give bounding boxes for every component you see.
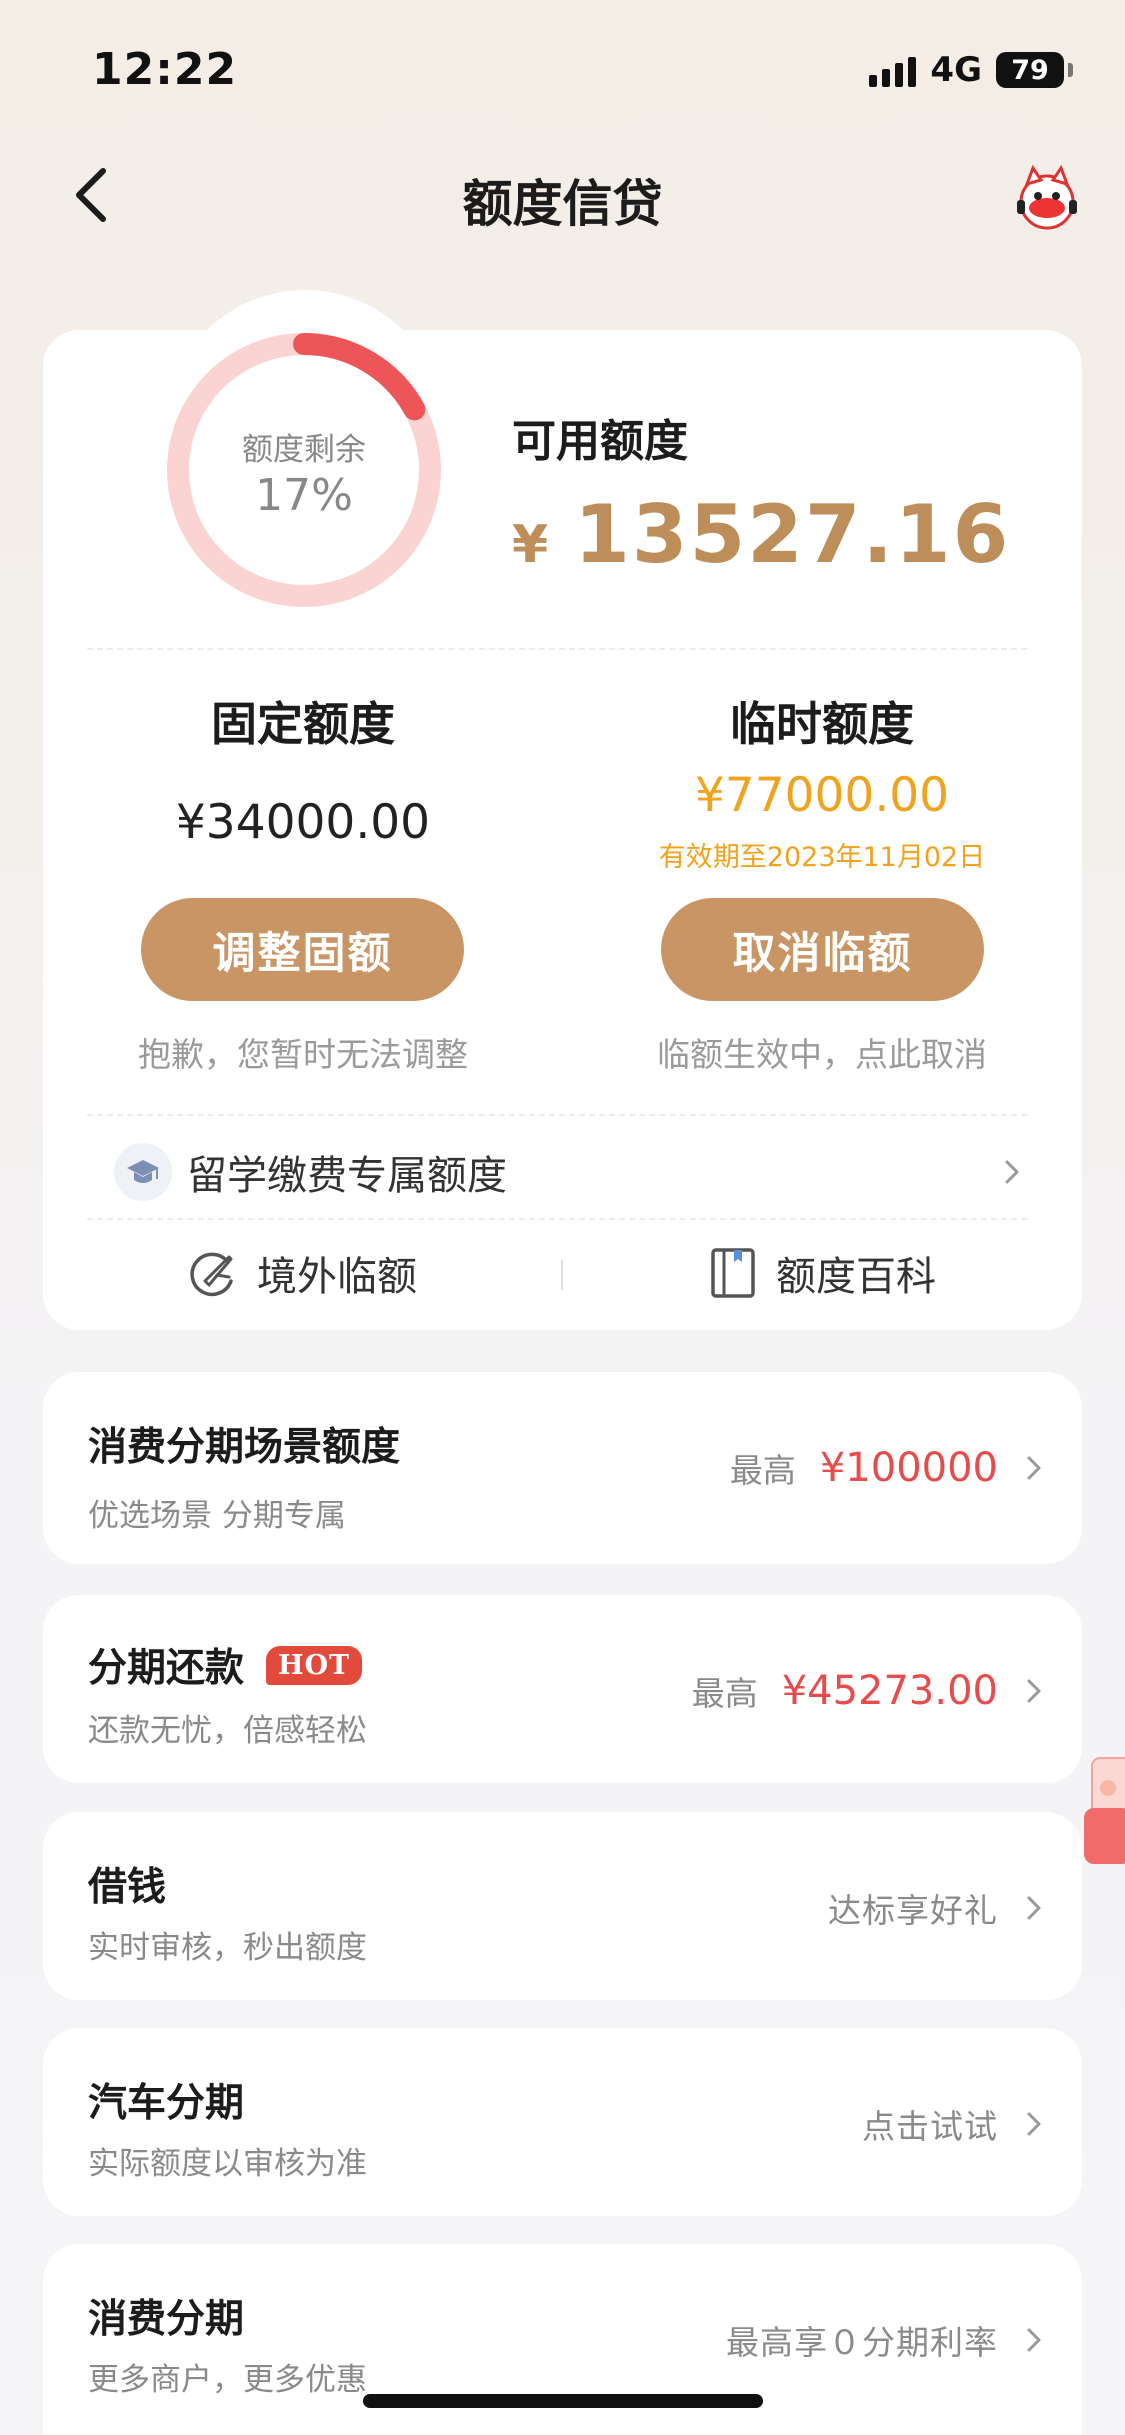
- list-item-title-text: 消费分期: [88, 2297, 245, 2342]
- list-item-title-text: 汽车分期: [88, 2081, 245, 2126]
- max-amount: ¥100000: [819, 1445, 998, 1491]
- list-item-right: 最高享０分期利率: [726, 2316, 1042, 2364]
- list-item-right: 达标享好礼: [828, 1884, 1042, 1932]
- divider: [87, 1218, 1027, 1220]
- status-time: 12:22: [92, 44, 238, 95]
- floating-promo-widget[interactable]: [1078, 1748, 1125, 1898]
- cancel-temp-limit-button[interactable]: 取消临额: [661, 898, 984, 1001]
- list-item-title-text: 借钱: [88, 1865, 167, 1910]
- list-item-installment-scene[interactable]: 消费分期场景额度 优选场景 分期专属 最高 ¥100000: [43, 1372, 1082, 1564]
- study-abroad-row[interactable]: 留学缴费专属额度: [87, 1120, 1027, 1224]
- chevron-right-icon: [1027, 1679, 1041, 1703]
- max-prefix: 最高: [729, 1451, 796, 1490]
- list-item-title: 消费分期: [88, 2288, 244, 2344]
- currency-symbol: ¥: [512, 515, 549, 575]
- fixed-limit-note: 抱歉，您暂时无法调整: [138, 1035, 468, 1074]
- list-item-right: 最高 ¥100000: [730, 1444, 1042, 1492]
- list-item-subtitle: 实际额度以审核为准: [88, 2146, 367, 2182]
- divider: [87, 1114, 1027, 1116]
- available-limit-title: 可用额度: [512, 416, 688, 467]
- graduation-cap-icon: [114, 1143, 172, 1201]
- book-icon: [711, 1248, 755, 1298]
- temp-limit-note[interactable]: 临额生效中，点此取消: [612, 1028, 1032, 1076]
- chevron-right-icon: [1027, 2328, 1041, 2352]
- list-item-borrow[interactable]: 借钱 实时审核，秒出额度 达标享好礼: [43, 1812, 1082, 2000]
- screen: 12:22 4G 79 额度信贷 额度剩余 17% 可用额度 ¥ 13527.1…: [0, 0, 1125, 2435]
- list-item-hint: 点击试试: [862, 2107, 998, 2146]
- list-item-right: 最高 ¥45273.00: [692, 1667, 1042, 1715]
- list-item-title: 分期还款 HOT: [88, 1637, 363, 1693]
- list-item-subtitle: 优选场景 分期专属: [88, 1498, 346, 1534]
- list-item-subtitle: 还款无忧，倍感轻松: [88, 1713, 367, 1749]
- list-item-subtitle: 更多商户，更多优惠: [88, 2362, 367, 2398]
- list-item-title-text: 消费分期场景额度: [88, 1425, 401, 1470]
- status-indicators: 4G 79: [869, 50, 1073, 90]
- ring-value: 17%: [255, 470, 353, 521]
- quick-links: 境外临额 额度百科: [43, 1222, 1082, 1327]
- max-prefix: 最高: [691, 1674, 758, 1713]
- mascot-avatar-icon[interactable]: [1013, 164, 1081, 232]
- list-item-car-installment[interactable]: 汽车分期 实际额度以审核为准 点击试试: [43, 2028, 1082, 2216]
- chevron-right-icon: [1027, 1896, 1041, 1920]
- page-title: 额度信贷: [462, 175, 663, 233]
- chevron-right-icon: [997, 1152, 1027, 1192]
- status-bar: 12:22 4G 79: [0, 0, 1125, 130]
- max-amount: ¥45273.00: [781, 1668, 998, 1714]
- hot-badge: HOT: [266, 1645, 363, 1685]
- limit-encyclopedia-label: 额度百科: [776, 1254, 936, 1300]
- temp-limit-amount: ¥77000.00: [694, 768, 950, 823]
- list-item-title-text: 分期还款: [88, 1646, 245, 1691]
- fixed-limit-amount: ¥34000.00: [175, 795, 431, 850]
- overseas-temp-limit-label: 境外临额: [257, 1254, 417, 1300]
- list-item-title: 消费分期场景额度: [88, 1416, 400, 1472]
- limit-encyclopedia-link[interactable]: 额度百科: [708, 1244, 936, 1302]
- divider: [87, 648, 1027, 650]
- battery-icon: 79: [996, 52, 1064, 88]
- home-indicator: [363, 2394, 763, 2408]
- study-abroad-label: 留学缴费专属额度: [187, 1153, 507, 1199]
- list-item-installment-repayment[interactable]: 分期还款 HOT 还款无忧，倍感轻松 最高 ¥45273.00: [43, 1595, 1082, 1783]
- temp-limit-expiry: 有效期至2023年11月02日: [658, 842, 986, 873]
- list-item-subtitle: 实时审核，秒出额度: [88, 1930, 367, 1966]
- signal-icon: [869, 53, 917, 87]
- fixed-limit-title: 固定额度: [211, 697, 395, 751]
- list-item-title: 汽车分期: [88, 2072, 244, 2128]
- overseas-temp-limit-link[interactable]: 境外临额: [187, 1244, 417, 1302]
- chevron-right-icon: [1027, 2112, 1041, 2136]
- ring-label: 额度剩余: [242, 432, 366, 468]
- battery-level: 79: [1011, 54, 1049, 86]
- available-limit-amount: ¥ 13527.16: [512, 488, 1010, 581]
- chevron-right-icon: [1027, 1456, 1041, 1480]
- battery-cap: [1068, 63, 1073, 77]
- list-item-right: 点击试试: [862, 2100, 1042, 2148]
- available-amount-value: 13527.16: [574, 488, 1011, 581]
- remaining-ring: 额度剩余 17%: [164, 330, 444, 610]
- link-divider: [561, 1260, 563, 1290]
- plane-icon: [190, 1252, 233, 1297]
- list-item-hint: 最高享０分期利率: [726, 2323, 998, 2362]
- adjust-fixed-limit-button[interactable]: 调整固额: [141, 898, 464, 1001]
- list-item-hint: 达标享好礼: [828, 1891, 998, 1930]
- nav-bar: 额度信贷: [0, 140, 1125, 250]
- list-item-title: 借钱: [88, 1856, 166, 1912]
- temp-limit-title: 临时额度: [730, 697, 914, 751]
- network-type: 4G: [930, 50, 982, 90]
